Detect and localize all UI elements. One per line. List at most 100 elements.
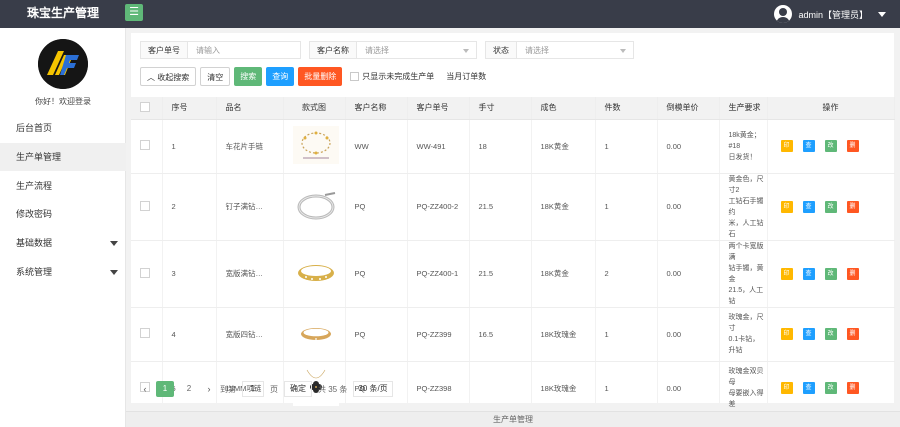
print-button[interactable]: 印	[780, 382, 793, 394]
edit-button[interactable]: 改	[824, 382, 837, 394]
page-1-button[interactable]: 1	[156, 381, 174, 397]
print-button[interactable]: 印	[780, 328, 793, 340]
delete-button[interactable]: 删	[846, 140, 859, 152]
customer-select[interactable]: 请选择	[357, 41, 477, 59]
cell-actions: 印 查 改 删	[767, 173, 895, 241]
chevron-down-icon	[463, 49, 469, 53]
cell-order-no: PQ-ZZ398	[407, 361, 470, 416]
customer-label: 客户名称	[309, 41, 357, 59]
delete-button[interactable]: 删	[846, 328, 859, 340]
pagination: ‹ 1 2 › 到第 1 页 确定 共 35 条 30 条/页	[140, 381, 393, 397]
checkbox-box[interactable]	[350, 72, 360, 81]
goto-page-input[interactable]: 1	[242, 381, 264, 397]
cell-qty: 1	[595, 307, 658, 362]
next-page-icon[interactable]: ›	[204, 384, 214, 394]
cell-no: 1	[162, 119, 217, 174]
select-all-cell[interactable]	[131, 97, 163, 120]
edit-button[interactable]: 改	[824, 140, 837, 152]
cell-price: 0.00	[657, 307, 720, 362]
view-button[interactable]: 查	[802, 267, 815, 280]
cell-name: 宽版四钻…	[216, 307, 284, 362]
delete-button[interactable]: 删	[846, 382, 859, 394]
sidebar-item-production-orders[interactable]: 生产单管理	[0, 143, 126, 171]
collapse-search-button[interactable]: ︿ 收起搜索	[140, 67, 197, 86]
edit-button[interactable]: 改	[824, 267, 837, 280]
prev-page-icon[interactable]: ‹	[140, 384, 150, 394]
cell-order-no: PQ-ZZ400-2	[407, 173, 470, 241]
query-button[interactable]: 查询	[266, 67, 295, 86]
goto-prefix: 到第	[220, 384, 236, 394]
col-header-requirements: 生产要求	[719, 97, 768, 120]
chevron-down-icon[interactable]	[878, 11, 886, 17]
row-checkbox[interactable]	[140, 140, 150, 150]
page-size-select[interactable]: 30 条/页	[353, 381, 393, 397]
goto-suffix: 页	[270, 384, 278, 394]
row-checkbox[interactable]	[140, 267, 150, 278]
table-row: 4 宽版四钻… PQ PQ-ZZ399 16.5 18K玫瑰金 1 0.00 玫…	[131, 307, 895, 362]
delete-button[interactable]: 删	[846, 267, 859, 280]
status-select[interactable]: 请选择	[517, 41, 634, 59]
collapse-search-label: 收起搜索	[157, 73, 190, 82]
sidebar-item-production-flow[interactable]: 生产流程	[0, 172, 126, 200]
sidebar-item-basic-data[interactable]: 基础数据	[0, 229, 126, 257]
cell-metal: 18K黄金	[531, 173, 596, 241]
orders-table: 序号 品名 款式图 客户名称 客户单号 手寸 成色 件数 倒模单价 生产要求 操…	[131, 97, 895, 416]
cell-requirements: 玫瑰金，尺寸 0.1卡钻，升钻	[719, 307, 768, 362]
row-checkbox[interactable]	[140, 328, 150, 338]
product-image-four-diamond-bangle[interactable]	[292, 314, 339, 352]
search-button[interactable]: 搜索	[234, 67, 263, 86]
view-button[interactable]: 查	[802, 328, 815, 340]
product-image-wide-bangle[interactable]	[292, 253, 339, 292]
row-select-cell[interactable]	[131, 240, 163, 308]
delete-button[interactable]: 删	[846, 200, 859, 213]
user-menu[interactable]: admin【管理员】	[774, 3, 886, 25]
page-2-button[interactable]: 2	[180, 381, 198, 397]
cell-qty: 1	[595, 119, 658, 174]
sidebar-item-system-management[interactable]: 系统管理	[0, 258, 126, 286]
cell-price: 0.00	[657, 119, 720, 174]
sidebar-item-home[interactable]: 后台首页	[0, 114, 126, 142]
user-name[interactable]: admin【管理员】	[798, 8, 868, 21]
order-no-input[interactable]: 请输入	[188, 41, 301, 59]
print-button[interactable]: 印	[780, 200, 793, 213]
table-header-row: 序号 品名 款式图 客户名称 客户单号 手寸 成色 件数 倒模单价 生产要求 操…	[131, 97, 895, 120]
cell-name: 钉子满钻…	[216, 173, 284, 241]
print-button[interactable]: 印	[780, 267, 793, 280]
col-header-order-no: 客户单号	[407, 97, 470, 120]
view-button[interactable]: 查	[802, 140, 815, 152]
avatar[interactable]	[774, 5, 793, 23]
goto-confirm-button[interactable]: 确定	[284, 381, 312, 397]
product-image-bracelet[interactable]	[292, 126, 339, 164]
sidebar-item-label: 修改密码	[16, 209, 53, 219]
product-image-nail-bangle[interactable]	[292, 186, 339, 225]
cell-name: 宽版满钻…	[216, 240, 284, 308]
view-button[interactable]: 查	[802, 200, 815, 213]
sidebar-item-label: 系统管理	[16, 267, 53, 277]
cell-metal: 18K玫瑰金	[531, 361, 596, 416]
edit-button[interactable]: 改	[824, 200, 837, 213]
row-select-cell[interactable]	[131, 307, 163, 362]
sidebar-item-label: 生产流程	[16, 181, 53, 191]
only-unfinished-checkbox[interactable]: 只显示未完成生产单	[350, 71, 434, 82]
row-select-cell[interactable]	[131, 119, 163, 174]
only-unfinished-label: 只显示未完成生产单	[362, 72, 435, 81]
logo	[38, 39, 88, 89]
cell-size: 16.5	[469, 307, 532, 362]
batch-delete-button[interactable]: 批量删除	[298, 67, 343, 86]
clear-button[interactable]: 清空	[200, 67, 231, 86]
menu-toggle-icon[interactable]: ☰	[125, 4, 143, 21]
requirements-text: 玫瑰金双贝母 母要嵌入得差	[728, 368, 764, 408]
top-bar: 珠宝生产管理 ☰ admin【管理员】	[0, 0, 900, 28]
footer: 生产单管理	[126, 411, 900, 427]
edit-button[interactable]: 改	[824, 328, 837, 340]
view-button[interactable]: 查	[802, 382, 815, 394]
select-all-checkbox[interactable]	[140, 101, 150, 112]
row-select-cell[interactable]	[131, 173, 163, 241]
sidebar-item-change-password[interactable]: 修改密码	[0, 200, 126, 228]
row-checkbox[interactable]	[140, 200, 150, 211]
print-button[interactable]: 印	[780, 140, 793, 152]
col-header-metal: 成色	[531, 97, 596, 120]
cell-order-no: WW-491	[407, 119, 470, 174]
requirements-text: 黄金色，尺寸2 工钻石手镯约 米，人工钻石	[728, 175, 764, 238]
current-month-count: 当月订单数	[446, 72, 487, 81]
